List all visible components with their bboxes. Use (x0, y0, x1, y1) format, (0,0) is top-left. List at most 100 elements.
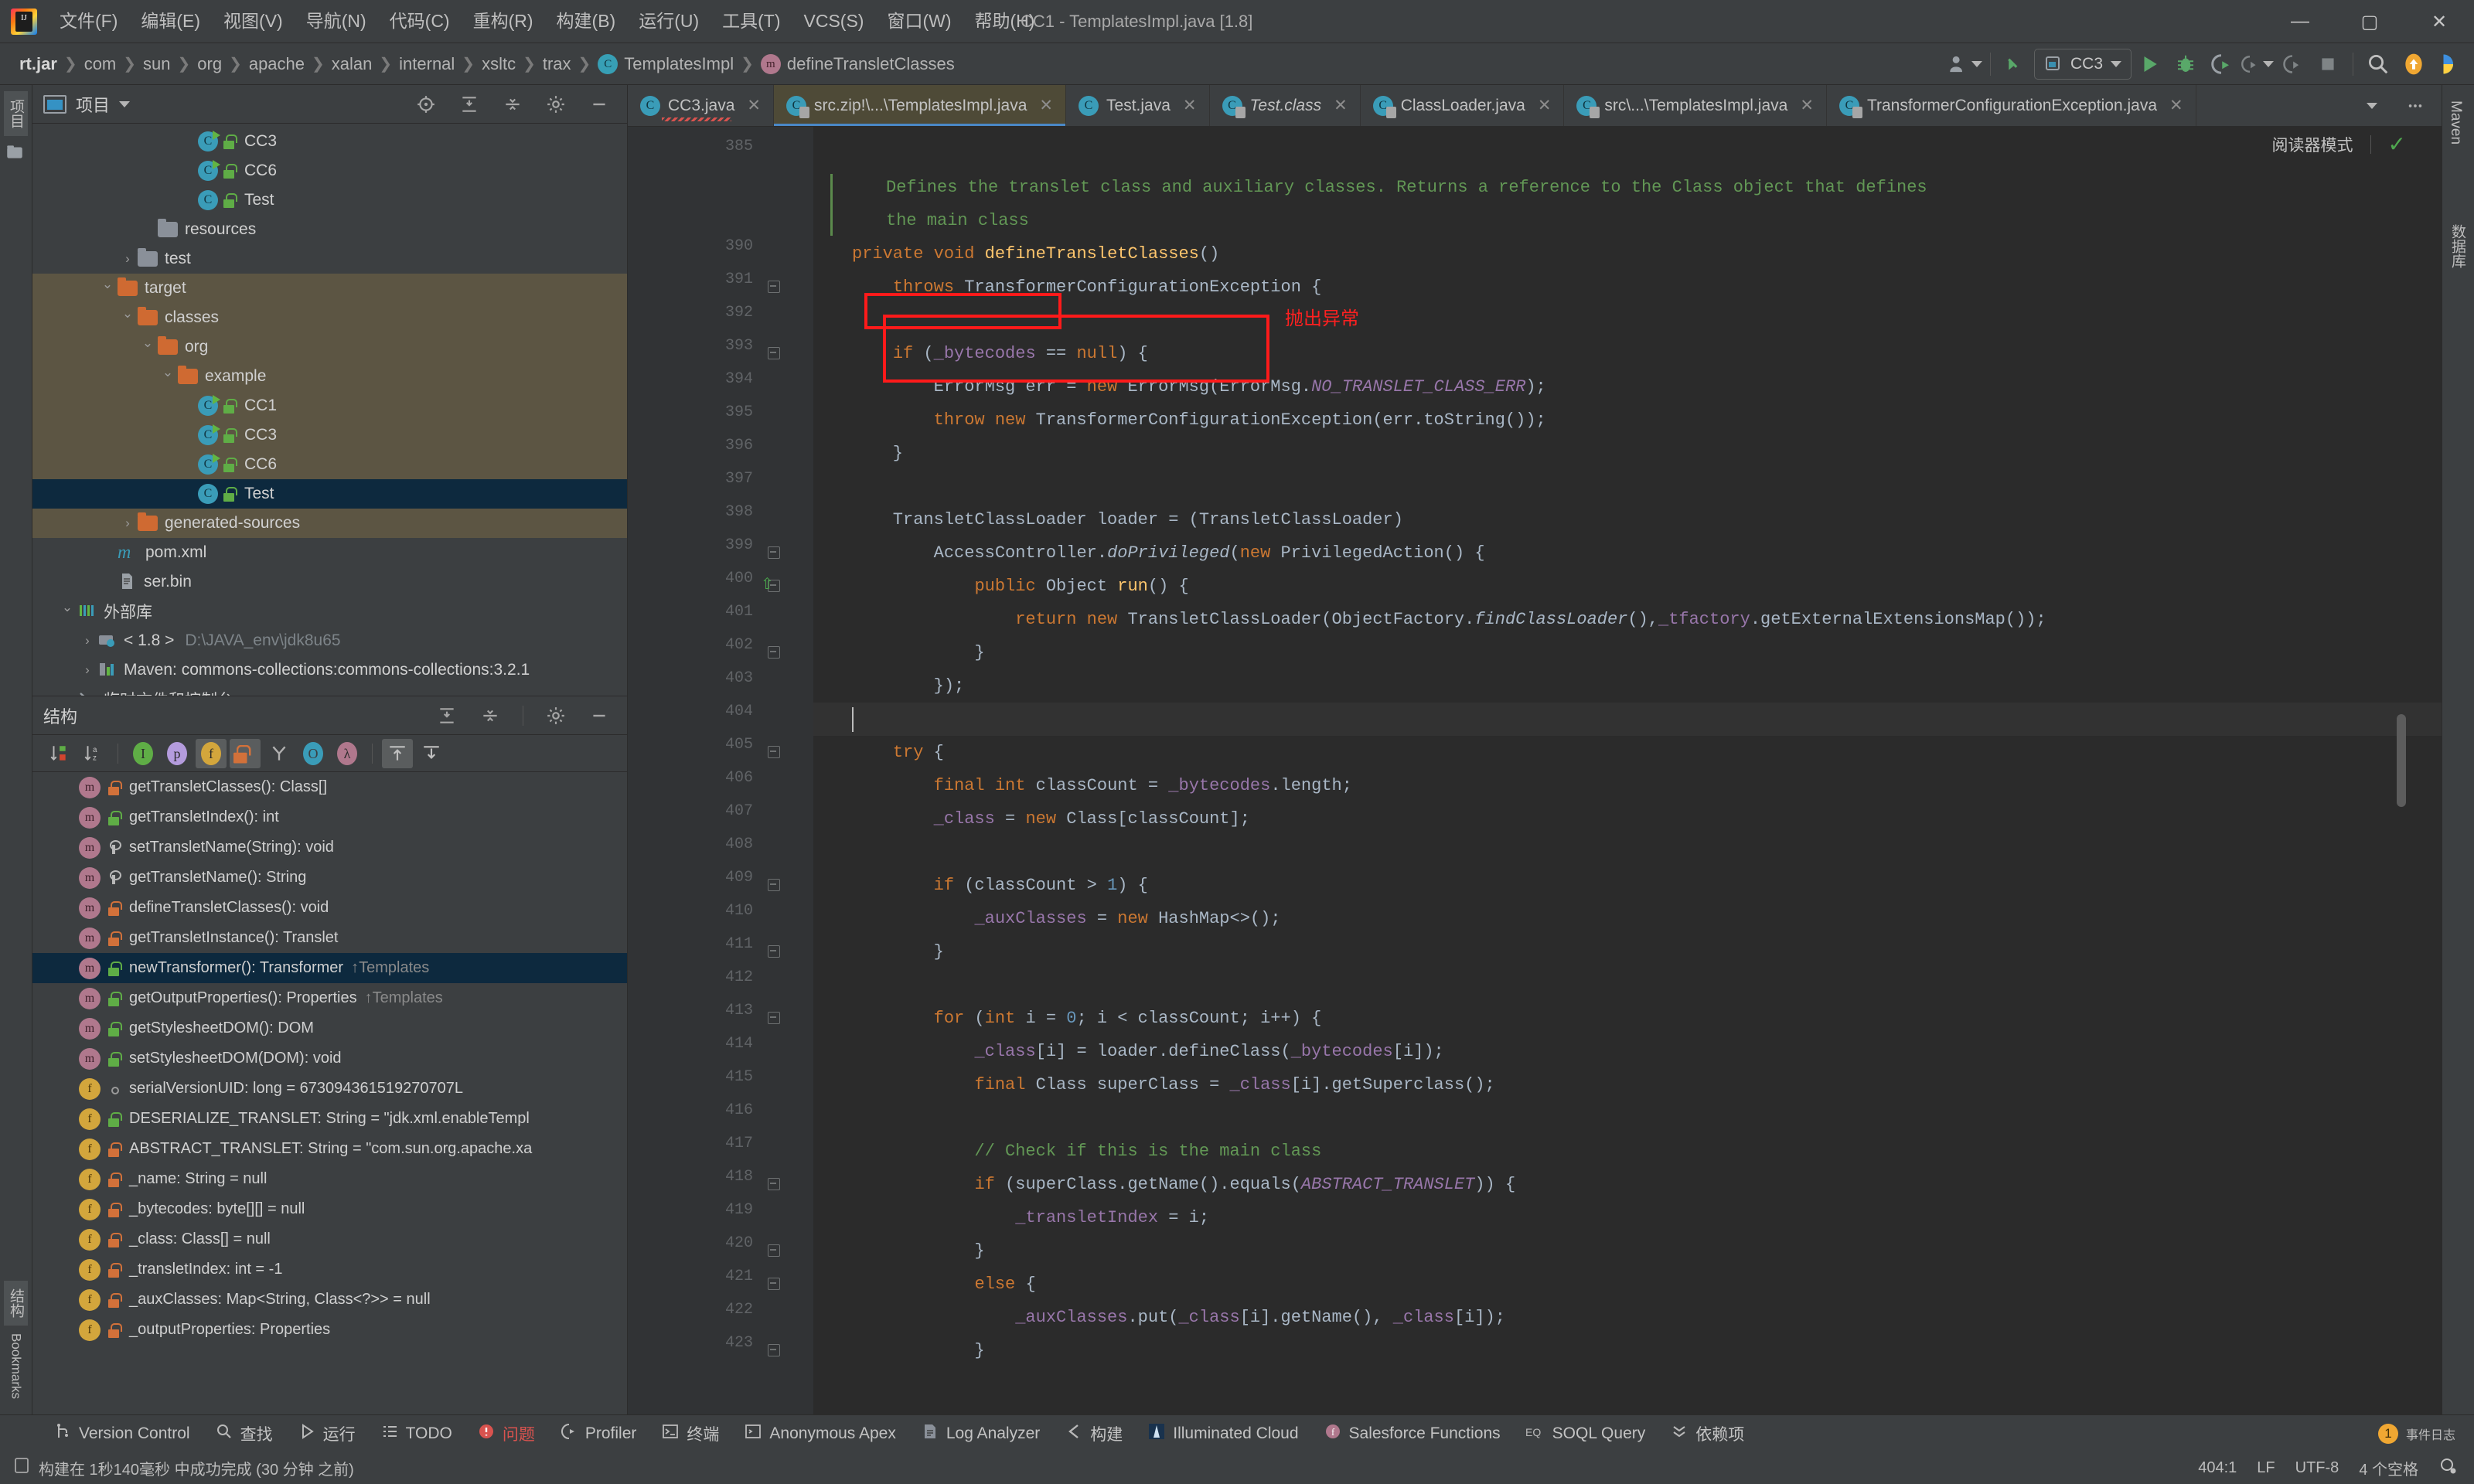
editor-tab-1[interactable]: Csrc.zip!\...\TemplatesImpl.java✕ (774, 85, 1066, 126)
structure-item-1[interactable]: mgetTransletIndex(): int (32, 802, 627, 832)
structure-item-10[interactable]: fserialVersionUID: long = 67309436151927… (32, 1074, 627, 1104)
structure-item-4[interactable]: mdefineTransletClasses(): void (32, 893, 627, 923)
build-status-message[interactable]: 构建在 1秒140毫秒 中成功完成 (30 分钟 之前) (39, 1457, 354, 1479)
tree-node-ser.bin[interactable]: ser.bin (32, 567, 627, 597)
interfaces-icon[interactable]: O (298, 739, 329, 768)
chevron-open-icon[interactable] (97, 281, 118, 296)
code-line[interactable]: else { (852, 1268, 1036, 1301)
tool-window-button-Illuminated-Cloud[interactable]: Illuminated Cloud (1137, 1419, 1308, 1448)
breadcrumb-item-apache[interactable]: apache (244, 53, 310, 76)
close-icon[interactable]: ✕ (2169, 96, 2183, 115)
code-line[interactable]: } (852, 636, 985, 669)
code-line[interactable]: final int classCount = _bytecodes.length… (852, 769, 1352, 802)
check-icon[interactable]: ✓ (2388, 131, 2406, 157)
editor-tab-2[interactable]: CTest.java✕ (1066, 85, 1209, 126)
tree-node-CC6[interactable]: CCC6 (32, 450, 627, 479)
breadcrumb-item-sun[interactable]: sun (138, 53, 175, 76)
breadcrumb-item-xalan[interactable]: xalan (326, 53, 378, 76)
code-line[interactable]: Defines the translet class and auxiliary… (886, 171, 1927, 204)
chevron-open-icon[interactable] (118, 310, 138, 325)
inspections-icon[interactable] (2438, 1456, 2457, 1479)
structure-item-11[interactable]: fDESERIALIZE_TRANSLET: String = "jdk.xml… (32, 1104, 627, 1134)
structure-item-6[interactable]: mnewTransformer(): Transformer↑Templates (32, 953, 627, 983)
tool-window-button-运行[interactable]: 运行 (288, 1419, 366, 1448)
editor-gutter[interactable]: 385390391392393394395396397398399400⇧401… (628, 127, 813, 1414)
profile-icon[interactable] (2240, 47, 2274, 81)
chevron-open-icon[interactable] (57, 604, 77, 619)
attach-icon[interactable] (2275, 47, 2309, 81)
tree-node-generated-sources[interactable]: generated-sources (32, 509, 627, 538)
structure-item-8[interactable]: mgetStylesheetDOM(): DOM (32, 1013, 627, 1043)
override-gutter-icon[interactable]: ⇧ (761, 574, 779, 593)
expand-all-icon[interactable] (452, 87, 486, 121)
menu-item-9[interactable]: VCS(S) (792, 6, 876, 37)
code-line[interactable]: } (852, 1334, 985, 1367)
file-encoding[interactable]: UTF-8 (2295, 1459, 2339, 1477)
tree-node-Test[interactable]: CTest (32, 479, 627, 509)
code-line[interactable]: try { (852, 736, 944, 769)
close-icon[interactable]: ✕ (1800, 96, 1814, 115)
menu-item-4[interactable]: 代码(C) (378, 6, 462, 37)
code-fold-icon[interactable] (765, 943, 782, 960)
code-line[interactable]: final Class superClass = _class[i].getSu… (852, 1068, 1495, 1101)
search-everywhere-icon[interactable] (2361, 47, 2395, 81)
run-configuration-selector[interactable]: CC3 (2034, 49, 2132, 80)
close-icon[interactable]: ✕ (1334, 96, 1348, 115)
structure-toolbar[interactable]: az I p f O λ (32, 735, 627, 772)
menu-item-0[interactable]: 文件(F) (48, 6, 129, 37)
collapse-all-icon[interactable] (496, 87, 530, 121)
chevron-down-icon[interactable] (119, 101, 130, 107)
tree-node-target[interactable]: target (32, 274, 627, 303)
rail-item-project[interactable]: 项目 (4, 91, 28, 136)
minimize-button[interactable]: — (2265, 0, 2335, 43)
code-line[interactable]: ErrorMsg err = new ErrorMsg(ErrorMsg.NO_… (852, 370, 1546, 403)
structure-list[interactable]: mgetTransletClasses(): Class[]mgetTransl… (32, 772, 627, 1414)
code-line[interactable]: return new TransletClassLoader(ObjectFac… (852, 603, 2046, 636)
tab-settings-icon[interactable] (2398, 89, 2432, 123)
tool-window-button-Version-Control[interactable]: Version Control (43, 1419, 200, 1448)
tree-node-Test[interactable]: CTest (32, 186, 627, 215)
breadcrumb-item-defineTransletClasses[interactable]: mdefineTransletClasses (755, 53, 960, 76)
menu-item-3[interactable]: 导航(N) (295, 6, 378, 37)
reader-mode-notice[interactable]: 阅读器模式 ✓ (2272, 131, 2406, 157)
editor-tab-5[interactable]: Csrc\...\TemplatesImpl.java✕ (1564, 85, 1827, 126)
tool-window-button-Log-Analyzer[interactable]: Log Analyzer (911, 1419, 1050, 1448)
breadcrumb-item-internal[interactable]: internal (394, 53, 460, 76)
tree-node-CC1[interactable]: CCC1 (32, 391, 627, 420)
code-line[interactable]: } (852, 1234, 985, 1268)
code-line[interactable]: _transletIndex = i; (852, 1201, 1209, 1234)
tree-node-Mavencommons-collectionscommons-collections3.2.1[interactable]: Maven: commons-collections:commons-colle… (32, 655, 627, 685)
breadcrumb-item-xsltc[interactable]: xsltc (476, 53, 521, 76)
menu-item-6[interactable]: 构建(B) (545, 6, 628, 37)
breadcrumb[interactable]: rt.jar❯com❯sun❯org❯apache❯xalan❯internal… (14, 53, 960, 76)
tool-window-button-Profiler[interactable]: Profiler (550, 1419, 647, 1448)
menu-item-7[interactable]: 运行(U) (627, 6, 711, 37)
code-editor[interactable]: 阅读器模式 ✓ 38539039139239339439539639739839… (628, 127, 2442, 1414)
menu-item-1[interactable]: 编辑(E) (129, 6, 212, 37)
tree-node-1.8[interactable]: < 1.8 >D:\JAVA_env\jdk8u65 (32, 626, 627, 655)
update-icon[interactable] (2397, 47, 2431, 81)
user-icon[interactable] (1948, 47, 1982, 81)
editor-tab-bar[interactable]: CCC3.java✕Csrc.zip!\...\TemplatesImpl.ja… (628, 85, 2442, 127)
code-fold-icon[interactable] (765, 1176, 782, 1193)
expand-all-icon[interactable] (430, 699, 464, 733)
idea-feature-icon[interactable] (2432, 47, 2466, 81)
close-button[interactable]: ✕ (2404, 0, 2474, 43)
code-line[interactable]: }); (852, 669, 964, 703)
editor-tab-4[interactable]: CClassLoader.java✕ (1361, 85, 1565, 126)
maximize-button[interactable]: ▢ (2335, 0, 2404, 43)
tree-node-pom.xml[interactable]: mpom.xml (32, 538, 627, 567)
code-line[interactable]: _auxClasses = new HashMap<>(); (852, 902, 1281, 935)
breadcrumb-item-rt.jar[interactable]: rt.jar (14, 53, 63, 76)
group-by-icon[interactable] (264, 739, 295, 768)
code-line[interactable]: the main class (886, 204, 1029, 237)
code-fold-icon[interactable] (765, 744, 782, 761)
project-tree[interactable]: CCC3CCC6CTestresourcestesttargetclasseso… (32, 124, 627, 696)
code-fold-icon[interactable] (765, 1342, 782, 1359)
tree-node-classes[interactable]: classes (32, 303, 627, 332)
chevron-open-icon[interactable] (158, 369, 178, 384)
code-fold-icon[interactable] (765, 345, 782, 362)
close-icon[interactable]: ✕ (1039, 96, 1053, 115)
show-inherited-icon[interactable]: I (128, 739, 158, 768)
tree-node-CC3[interactable]: CCC3 (32, 420, 627, 450)
